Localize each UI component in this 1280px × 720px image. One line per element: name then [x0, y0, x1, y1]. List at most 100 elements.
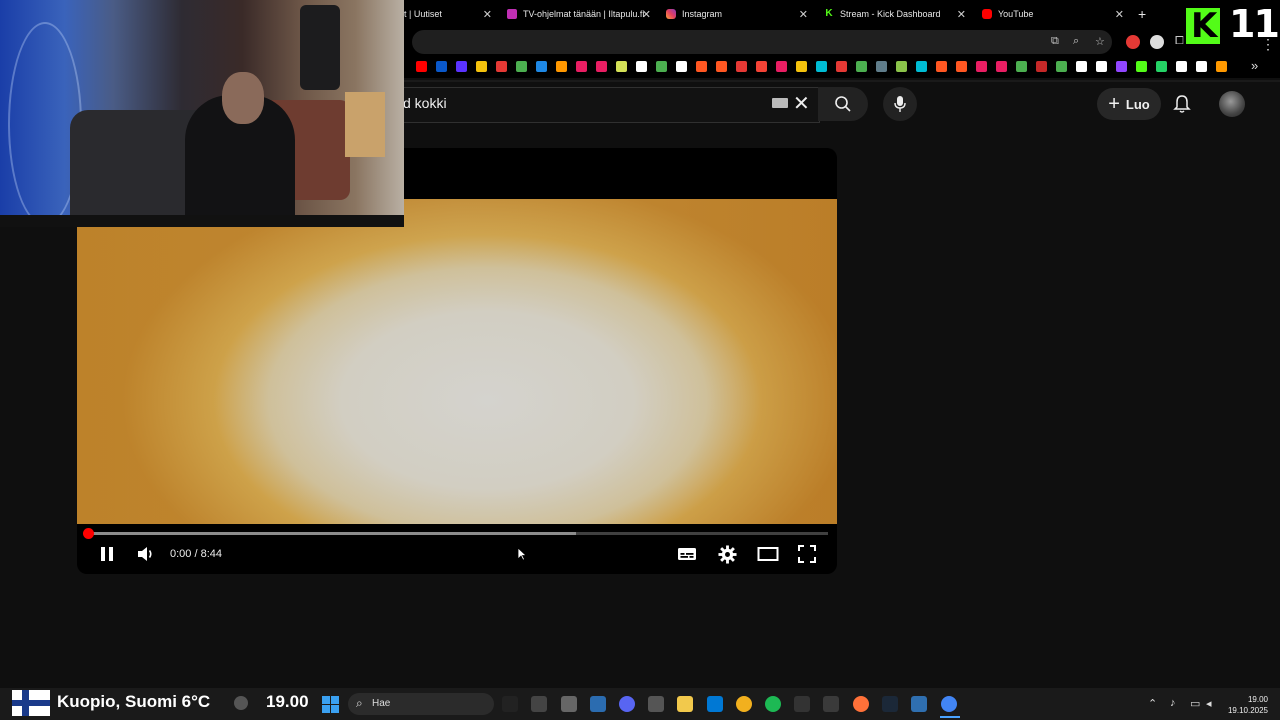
- tab-youtube[interactable]: YouTube ✕: [982, 0, 1124, 28]
- windows-start-icon[interactable]: [322, 696, 339, 713]
- bookmark-icon[interactable]: [516, 61, 527, 72]
- bookmark-icon[interactable]: [956, 61, 967, 72]
- bookmark-icon[interactable]: [556, 61, 567, 72]
- tab-iltapulu[interactable]: TV-ohjelmat tänään | Iltapulu.fi ✕: [507, 0, 651, 28]
- taskbar-search[interactable]: ⌕ Hae: [348, 693, 494, 715]
- subtitles-button[interactable]: [677, 545, 697, 568]
- bookmark-icon[interactable]: [656, 61, 667, 72]
- fullscreen-button[interactable]: [798, 545, 816, 568]
- obs-icon[interactable]: [794, 696, 810, 712]
- bookmark-icon[interactable]: [676, 61, 687, 72]
- bookmark-icon[interactable]: [976, 61, 987, 72]
- bookmark-icon[interactable]: [576, 61, 587, 72]
- file-explorer-icon[interactable]: [677, 696, 693, 712]
- extensions-puzzle-icon[interactable]: ⧠: [1175, 35, 1184, 48]
- bookmark-icon[interactable]: [1196, 61, 1207, 72]
- bookmark-icon[interactable]: [996, 61, 1007, 72]
- clear-search-icon[interactable]: ✕: [793, 91, 810, 116]
- bookmark-icon[interactable]: [1056, 61, 1067, 72]
- extension-icon[interactable]: [1126, 35, 1140, 49]
- new-tab-button[interactable]: +: [1138, 0, 1146, 28]
- bookmark-icon[interactable]: [476, 61, 487, 72]
- bookmark-icon[interactable]: [856, 61, 867, 72]
- bookmark-icon[interactable]: [796, 61, 807, 72]
- bookmark-icon[interactable]: [716, 61, 727, 72]
- bookmark-icon[interactable]: [1036, 61, 1047, 72]
- discord-icon[interactable]: [619, 696, 635, 712]
- pause-button[interactable]: [98, 545, 116, 568]
- bookmark-icon[interactable]: [736, 61, 747, 72]
- volume-button[interactable]: [136, 545, 156, 568]
- keyboard-icon[interactable]: [772, 98, 788, 108]
- bookmark-icon[interactable]: [636, 61, 647, 72]
- capture-icon[interactable]: [823, 696, 839, 712]
- bookmark-icon[interactable]: [916, 61, 927, 72]
- install-app-icon[interactable]: ⧉: [1051, 35, 1059, 48]
- extension-icon[interactable]: [1150, 35, 1164, 49]
- speaker-icon[interactable]: ◂: [1206, 697, 1212, 710]
- chrome-alt-icon[interactable]: [531, 696, 547, 712]
- tab-uutiset[interactable]: t | Uutiset ✕: [404, 0, 494, 28]
- bookmark-icon[interactable]: [1176, 61, 1187, 72]
- tab-kick-dashboard[interactable]: K Stream - Kick Dashboard ✕: [824, 0, 966, 28]
- more-bookmarks-icon[interactable]: »: [1251, 58, 1258, 73]
- bookmark-star-icon[interactable]: ☆: [1095, 35, 1105, 48]
- settings-icon[interactable]: [648, 696, 664, 712]
- bookmark-icon[interactable]: [496, 61, 507, 72]
- bookmark-icon[interactable]: [1096, 61, 1107, 72]
- bookmark-icon[interactable]: [836, 61, 847, 72]
- weather-widget[interactable]: Kuopio, Suomi 6°C: [57, 692, 210, 712]
- bookmark-icon[interactable]: [1136, 61, 1147, 72]
- bookmark-icon[interactable]: [456, 61, 467, 72]
- bookmark-icon[interactable]: [876, 61, 887, 72]
- network-icon[interactable]: ▭: [1190, 697, 1200, 710]
- bookmark-icon[interactable]: [1076, 61, 1087, 72]
- settings-button[interactable]: [718, 545, 737, 569]
- bookmark-icon[interactable]: [696, 61, 707, 72]
- tab-close-icon[interactable]: ✕: [483, 8, 492, 21]
- search-button[interactable]: [818, 87, 868, 121]
- bookmark-icon[interactable]: [896, 61, 907, 72]
- bookmark-icon[interactable]: [416, 61, 427, 72]
- audio-widget-icon[interactable]: [502, 696, 518, 712]
- avatar[interactable]: [1219, 91, 1245, 117]
- bookmark-icon[interactable]: [436, 61, 447, 72]
- bookmark-icon[interactable]: [756, 61, 767, 72]
- tray-overflow-icon[interactable]: ⌃: [1148, 697, 1157, 710]
- tab-close-icon[interactable]: ✕: [1115, 8, 1124, 21]
- steam-icon[interactable]: [882, 696, 898, 712]
- create-button[interactable]: + Luo: [1097, 88, 1161, 120]
- bookmark-icon[interactable]: [1156, 61, 1167, 72]
- browser-menu-icon[interactable]: ⋮: [1261, 36, 1275, 53]
- tab-close-icon[interactable]: ✕: [957, 8, 966, 21]
- tab-close-icon[interactable]: ✕: [799, 8, 808, 21]
- microphone-tray-icon[interactable]: ♪: [1170, 697, 1176, 709]
- omnibox[interactable]: [412, 30, 1112, 54]
- tab-close-icon[interactable]: ✕: [642, 8, 651, 21]
- bookmark-icon[interactable]: [776, 61, 787, 72]
- bookmark-icon[interactable]: [536, 61, 547, 72]
- firefox-icon[interactable]: [853, 696, 869, 712]
- voice-search-button[interactable]: [883, 87, 917, 121]
- weather-icon[interactable]: [736, 696, 752, 712]
- bookmark-icon[interactable]: [936, 61, 947, 72]
- notifications-button[interactable]: [1172, 94, 1192, 119]
- progress-scrubber[interactable]: [83, 528, 94, 539]
- search-input[interactable]: [394, 87, 820, 123]
- bookmark-icon[interactable]: [816, 61, 827, 72]
- video-frame[interactable]: [77, 199, 837, 524]
- zoom-icon[interactable]: ⌕: [1073, 35, 1079, 48]
- bookmark-icon[interactable]: [616, 61, 627, 72]
- chrome-icon[interactable]: [941, 696, 957, 712]
- tray-clock[interactable]: 19.00 19.10.2025: [1222, 694, 1268, 716]
- bookmark-icon[interactable]: [596, 61, 607, 72]
- bookmark-icon[interactable]: [1216, 61, 1227, 72]
- bookmark-icon[interactable]: [1116, 61, 1127, 72]
- spotify-icon[interactable]: [765, 696, 781, 712]
- desktop-icon[interactable]: [911, 696, 927, 712]
- tab-instagram[interactable]: Instagram ✕: [666, 0, 808, 28]
- notes-icon[interactable]: [561, 696, 577, 712]
- bookmark-icon[interactable]: [1016, 61, 1027, 72]
- outlook-icon[interactable]: [707, 696, 723, 712]
- theater-mode-button[interactable]: [757, 546, 779, 567]
